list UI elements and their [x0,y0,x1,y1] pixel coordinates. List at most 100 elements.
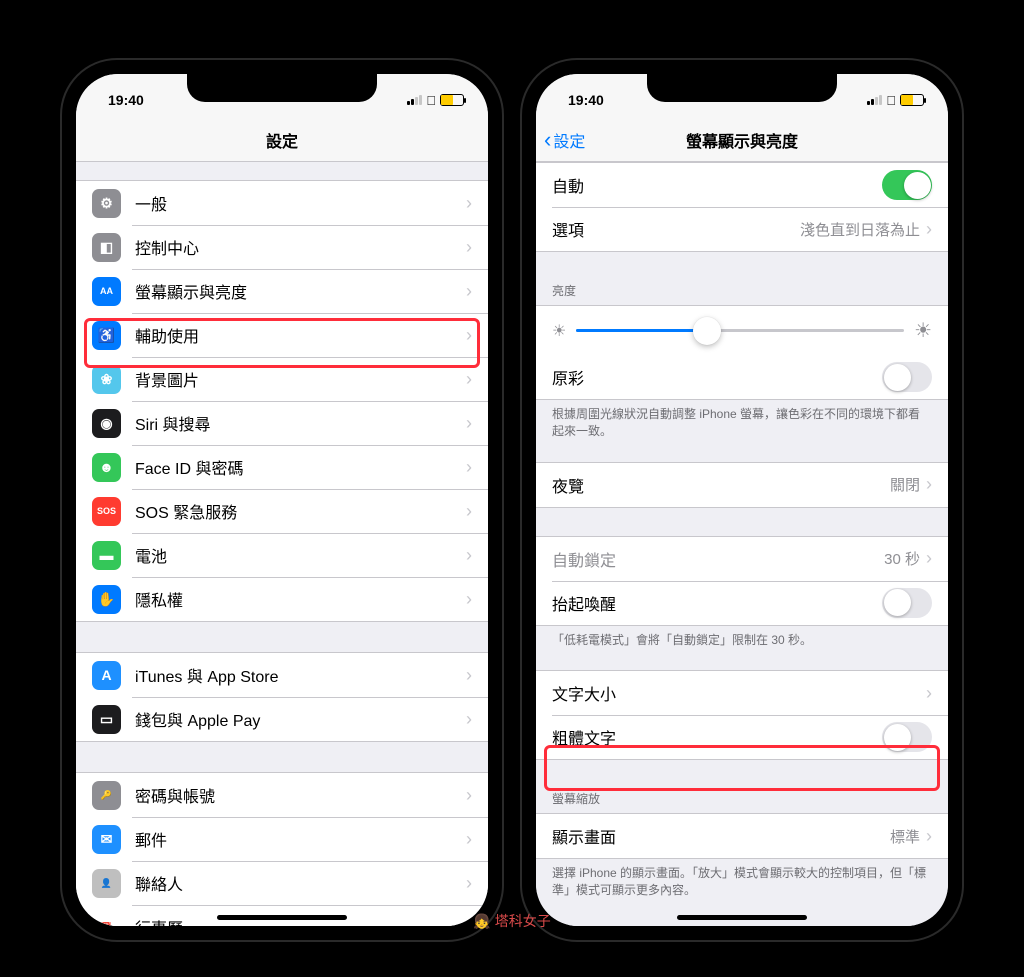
label: Face ID 與密碼 [135,455,466,479]
wallet-icon: ▭ [92,705,121,734]
settings-list[interactable]: ⚙一般›◧控制中心›AA螢幕顯示與亮度›♿輔助使用›❀背景圖片›◉Siri 與搜… [76,162,488,926]
label: 自動鎖定 [552,547,884,571]
row-truetone[interactable]: 原彩 [536,355,948,399]
row-accessibility[interactable]: ♿輔助使用› [76,313,488,357]
row-zoom[interactable]: 顯示畫面 標準 › [536,814,948,858]
label: 電池 [135,543,466,567]
slider-thumb[interactable] [693,317,721,345]
chevron-right-icon: › [926,219,932,240]
wallpaper-icon: ❀ [92,365,121,394]
row-options[interactable]: 選項 淺色直到日落為止 › [536,207,948,251]
toggle-truetone[interactable] [882,362,932,392]
row-boldtext[interactable]: 粗體文字 [536,715,948,759]
value: 關閉 [890,474,920,495]
section-header-brightness: 亮度 [536,276,948,305]
row-contacts[interactable]: 👤聯絡人› [76,861,488,905]
label: 選項 [552,217,800,241]
label: 粗體文字 [552,725,882,749]
chevron-left-icon: ‹ [544,127,551,153]
row-wallpaper[interactable]: ❀背景圖片› [76,357,488,401]
chevron-right-icon: › [926,826,932,847]
label: 自動 [552,173,882,197]
general-icon: ⚙ [92,189,121,218]
label: Siri 與搜尋 [135,411,466,435]
label: 隱私權 [135,587,466,611]
signal-icon [867,95,882,105]
label: 錢包與 Apple Pay [135,707,466,731]
label: 一般 [135,191,466,215]
status-time: 19:40 [108,92,144,108]
sun-large-icon: ☀︎ [914,318,932,343]
label: 原彩 [552,365,882,389]
privacy-icon: ✋ [92,585,121,614]
signal-icon [407,95,422,105]
chevron-right-icon: › [466,325,472,346]
chevron-right-icon: › [466,193,472,214]
chevron-right-icon: › [926,683,932,704]
display-settings[interactable]: 自動 選項 淺色直到日落為止 › 亮度 ☀︎ [536,162,948,926]
row-privacy[interactable]: ✋ 隱私權› [76,577,488,621]
brightness-slider[interactable] [576,329,904,332]
wifi-icon: 􀙇 [886,93,896,108]
row-auto[interactable]: 自動 [536,163,948,207]
label: 控制中心 [135,235,466,259]
row-control-center[interactable]: ◧控制中心› [76,225,488,269]
label: 背景圖片 [135,367,466,391]
calendar-icon: 📅 [92,913,121,927]
chevron-right-icon: › [466,665,472,686]
status-time: 19:40 [568,92,604,108]
row-raise[interactable]: 抬起喚醒 [536,581,948,625]
label: iTunes 與 App Store [135,663,466,687]
row-general[interactable]: ⚙ 一般› [76,181,488,225]
page-title: 設定 [266,128,298,152]
accessibility-icon: ♿ [92,321,121,350]
row-textsize[interactable]: 文字大小 › [536,671,948,715]
value: 30 秒 [884,548,920,569]
row-sos[interactable]: SOSSOS 緊急服務› [76,489,488,533]
row-wallet[interactable]: ▭ 錢包與 Apple Pay› [76,697,488,741]
row-mail[interactable]: ✉郵件› [76,817,488,861]
chevron-right-icon: › [466,413,472,434]
label: 夜覽 [552,473,890,497]
chevron-right-icon: › [466,709,472,730]
page-title: 螢幕顯示與亮度 [686,128,798,152]
toggle-raise[interactable] [882,588,932,618]
back-label: 設定 [553,128,585,152]
row-battery[interactable]: ▬電池› [76,533,488,577]
itunes-icon: A [92,661,121,690]
chevron-right-icon: › [466,829,472,850]
watermark: 👧 塔科女子 [473,911,550,931]
notch [187,74,377,102]
row-passwords[interactable]: 🔑密碼與帳號› [76,773,488,817]
wifi-icon: 􀙇 [426,93,436,108]
battery-icon [440,94,464,106]
brightness-slider-row: ☀︎ ☀︎ [536,306,948,355]
label: 文字大小 [552,681,926,705]
watermark-text: 塔科女子 [495,911,551,931]
label: 抬起喚醒 [552,591,882,615]
home-indicator[interactable] [217,915,347,920]
section-header-zoom: 螢幕縮放 [536,784,948,813]
footer-zoom: 選擇 iPhone 的顯示畫面。「放大」模式會顯示較大的控制項目，但「標準」模式… [536,859,948,905]
sun-small-icon: ☀︎ [552,321,566,341]
contacts-icon: 👤 [92,869,121,898]
row-nightshift[interactable]: 夜覽 關閉 › [536,463,948,507]
row-faceid[interactable]: ☻Face ID 與密碼› [76,445,488,489]
toggle-bold[interactable] [882,722,932,752]
phone-right: 19:40 􀙇 ‹ 設定 螢幕顯示與亮度 自動 [522,60,962,940]
label: 顯示畫面 [552,824,890,848]
phone-left: 19:40 􀙇 設定 ⚙一般›◧控制中心›AA螢幕顯示與亮度›♿輔助使用›❀背景… [62,60,502,940]
home-indicator[interactable] [677,915,807,920]
mail-icon: ✉ [92,825,121,854]
row-siri[interactable]: ◉Siri 與搜尋› [76,401,488,445]
footer-truetone: 根據周圍光線狀況自動調整 iPhone 螢幕，讓色彩在不同的環境下都看起來一致。 [536,400,948,446]
battery-icon: ▬ [92,541,121,570]
chevron-right-icon: › [466,873,472,894]
footer-raise: 「低耗電模式」會將「自動鎖定」限制在 30 秒。 [536,626,948,655]
chevron-right-icon: › [466,589,472,610]
row-display[interactable]: AA螢幕顯示與亮度› [76,269,488,313]
row-itunes[interactable]: AiTunes 與 App Store› [76,653,488,697]
back-button[interactable]: ‹ 設定 [544,127,585,153]
chevron-right-icon: › [466,281,472,302]
toggle-auto[interactable] [882,170,932,200]
